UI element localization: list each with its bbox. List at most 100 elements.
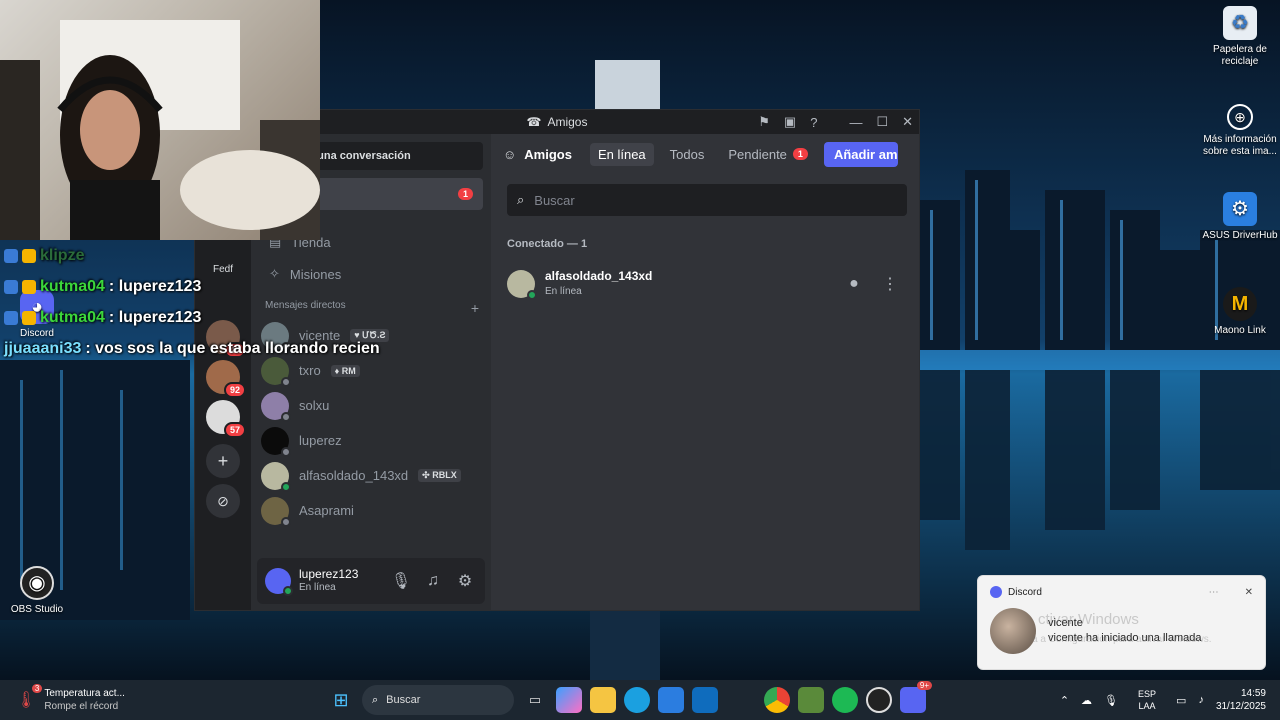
chat-message: kutma04: luperez123 xyxy=(4,302,424,333)
tab-pending[interactable]: Pendiente 1 xyxy=(720,143,816,166)
server-icon[interactable]: 57 xyxy=(206,400,246,438)
status-indicator xyxy=(281,516,291,527)
search-icon: ⌕ xyxy=(372,693,379,706)
friend-row[interactable]: alfasoldado_143xd En línea ● ⋮ xyxy=(507,264,903,304)
outlook-icon[interactable] xyxy=(692,687,718,713)
obs-icon[interactable] xyxy=(866,687,892,713)
friend-search-input[interactable]: ⌕ Buscar xyxy=(507,184,907,216)
mention-badge: 92 xyxy=(223,382,246,398)
minimize-button[interactable]: — xyxy=(849,115,862,130)
thermometer-icon: 🌡 3 xyxy=(16,684,43,710)
username: luperez123 xyxy=(299,567,359,581)
flag-icon[interactable]: ⚑ xyxy=(758,114,770,130)
volume-icon[interactable]: ♪ xyxy=(1198,694,1204,706)
status-indicator xyxy=(281,376,291,387)
desktop-icon-maono-link[interactable]: M Maono Link xyxy=(1197,287,1280,337)
chat-badge-icon xyxy=(22,248,36,263)
add-server-button[interactable]: + xyxy=(206,444,240,478)
microphone-icon[interactable]: 🎙 xyxy=(389,571,413,591)
dm-tag: ✣ RBLX xyxy=(418,469,461,482)
friends-main: ☺ Amigos En línea Todos Pendiente 1 Añad… xyxy=(491,134,919,610)
chrome-icon[interactable] xyxy=(764,687,790,713)
chat-badge-icon xyxy=(4,248,18,263)
friends-badge: 1 xyxy=(457,188,473,200)
discord-icon xyxy=(990,586,1002,598)
message-icon[interactable]: ● xyxy=(841,275,867,293)
discord-badge: 9+ xyxy=(916,681,932,690)
more-options-icon[interactable]: ⋯ xyxy=(1209,587,1219,598)
dm-name: alfasoldado_143xd xyxy=(299,468,409,483)
desktop-icon-asus-driverhub[interactable]: ⚙ ASUS DriverHub xyxy=(1197,192,1280,242)
close-icon[interactable]: ✕ xyxy=(1245,587,1253,598)
recycle-bin-icon: ♻ xyxy=(1223,6,1257,40)
discord-icon[interactable]: 9+ xyxy=(900,681,932,713)
chat-badge-icon xyxy=(22,279,36,294)
webcam-feed xyxy=(0,0,320,240)
add-friend-button[interactable]: Añadir ami xyxy=(823,141,898,167)
more-options-icon[interactable]: ⋮ xyxy=(877,274,903,294)
edge-icon[interactable] xyxy=(624,687,650,713)
obs-icon: ◉ xyxy=(20,566,54,600)
mention-badge: 57 xyxy=(223,422,246,438)
desktop-icon-more-info[interactable]: ⊕ Más información sobre esta ima... xyxy=(1197,104,1280,158)
maximize-button[interactable]: ☐ xyxy=(876,114,888,130)
start-button[interactable]: ⊞ xyxy=(328,687,354,713)
close-button[interactable]: ✕ xyxy=(902,114,913,130)
user-status: En línea xyxy=(299,582,336,593)
chat-username: klipze xyxy=(40,246,85,264)
online-count-heading: Conectado — 1 xyxy=(507,238,588,250)
dm-item[interactable]: alfasoldado_143xd ✣ RBLX xyxy=(251,458,491,493)
spotify-icon[interactable] xyxy=(832,687,858,713)
headphones-icon[interactable]: ♫ xyxy=(421,572,445,590)
help-icon[interactable]: ? xyxy=(810,115,817,130)
language-indicator[interactable]: ESP LAA xyxy=(1138,688,1156,712)
dm-item[interactable]: luperez xyxy=(251,423,491,458)
server-icon[interactable]: 92 xyxy=(206,360,246,398)
avatar[interactable] xyxy=(265,568,293,596)
chat-username: kutma04 xyxy=(40,277,105,295)
status-indicator xyxy=(527,290,537,300)
inbox-icon[interactable]: ▣ xyxy=(784,114,796,130)
chat-text: : vos sos la que estaba llorando recien xyxy=(85,339,380,357)
activate-windows-hint: a a Configuración para activar Windows. xyxy=(1032,634,1212,645)
status-indicator xyxy=(281,446,291,457)
store-icon[interactable] xyxy=(658,687,684,713)
taskbar-search[interactable]: ⌕ Buscar xyxy=(362,685,514,715)
settings-gear-icon[interactable]: ⚙ xyxy=(453,571,477,591)
weather-widget[interactable]: 🌡 3 Temperatura act... Rompe el récord xyxy=(0,684,300,713)
clock[interactable]: 14:59 31/12/2025 xyxy=(1216,687,1266,713)
dm-item[interactable]: Asaprami xyxy=(251,493,491,528)
friends-title: Amigos xyxy=(524,146,572,162)
file-explorer-icon[interactable] xyxy=(590,687,616,713)
copilot-icon[interactable] xyxy=(556,687,582,713)
stream-chat-overlay: klipze kutma04: luperez123 kutma04: lupere… xyxy=(4,240,424,364)
minecraft-icon[interactable] xyxy=(798,687,824,713)
chevron-up-icon[interactable]: ⌃ xyxy=(1060,694,1069,707)
status-indicator xyxy=(281,481,291,492)
chat-badge-icon xyxy=(4,310,18,325)
cloud-icon[interactable]: ☁ xyxy=(1081,694,1092,707)
network-icon[interactable]: ▭ xyxy=(1176,694,1186,707)
notification-toast[interactable]: Discord ⋯ ✕ vicente vicente ha iniciado … xyxy=(977,575,1266,670)
friend-name: alfasoldado_143xd xyxy=(545,269,653,283)
chat-username: jjuaaani33 xyxy=(4,339,82,357)
create-dm-button[interactable]: + xyxy=(471,300,479,316)
explore-servers-button[interactable]: ⊘ xyxy=(206,484,240,518)
friends-wave-icon: ☎ xyxy=(526,115,542,129)
avatar xyxy=(507,270,537,300)
pending-badge: 1 xyxy=(792,148,808,160)
status-indicator xyxy=(283,586,293,596)
weather-badge: 3 xyxy=(31,684,43,693)
dm-name: solxu xyxy=(299,398,330,413)
status-indicator xyxy=(281,411,291,422)
tab-online[interactable]: En línea xyxy=(589,142,654,166)
search-icon: ⌕ xyxy=(517,192,525,207)
task-view-icon[interactable]: ▭ xyxy=(522,687,548,713)
desktop-icon-obs-studio[interactable]: ◉ OBS Studio xyxy=(0,566,80,616)
tab-all[interactable]: Todos xyxy=(662,143,713,166)
dm-item[interactable]: solxu xyxy=(251,388,491,423)
friends-icon: ☺ xyxy=(503,146,517,162)
desktop-icon-recycle-bin[interactable]: ♻ Papelera de reciclaje xyxy=(1197,6,1280,68)
microphone-icon[interactable]: 🎙 xyxy=(1104,694,1118,707)
taskbar: 🌡 3 Temperatura act... Rompe el récord ⊞… xyxy=(0,680,1280,720)
